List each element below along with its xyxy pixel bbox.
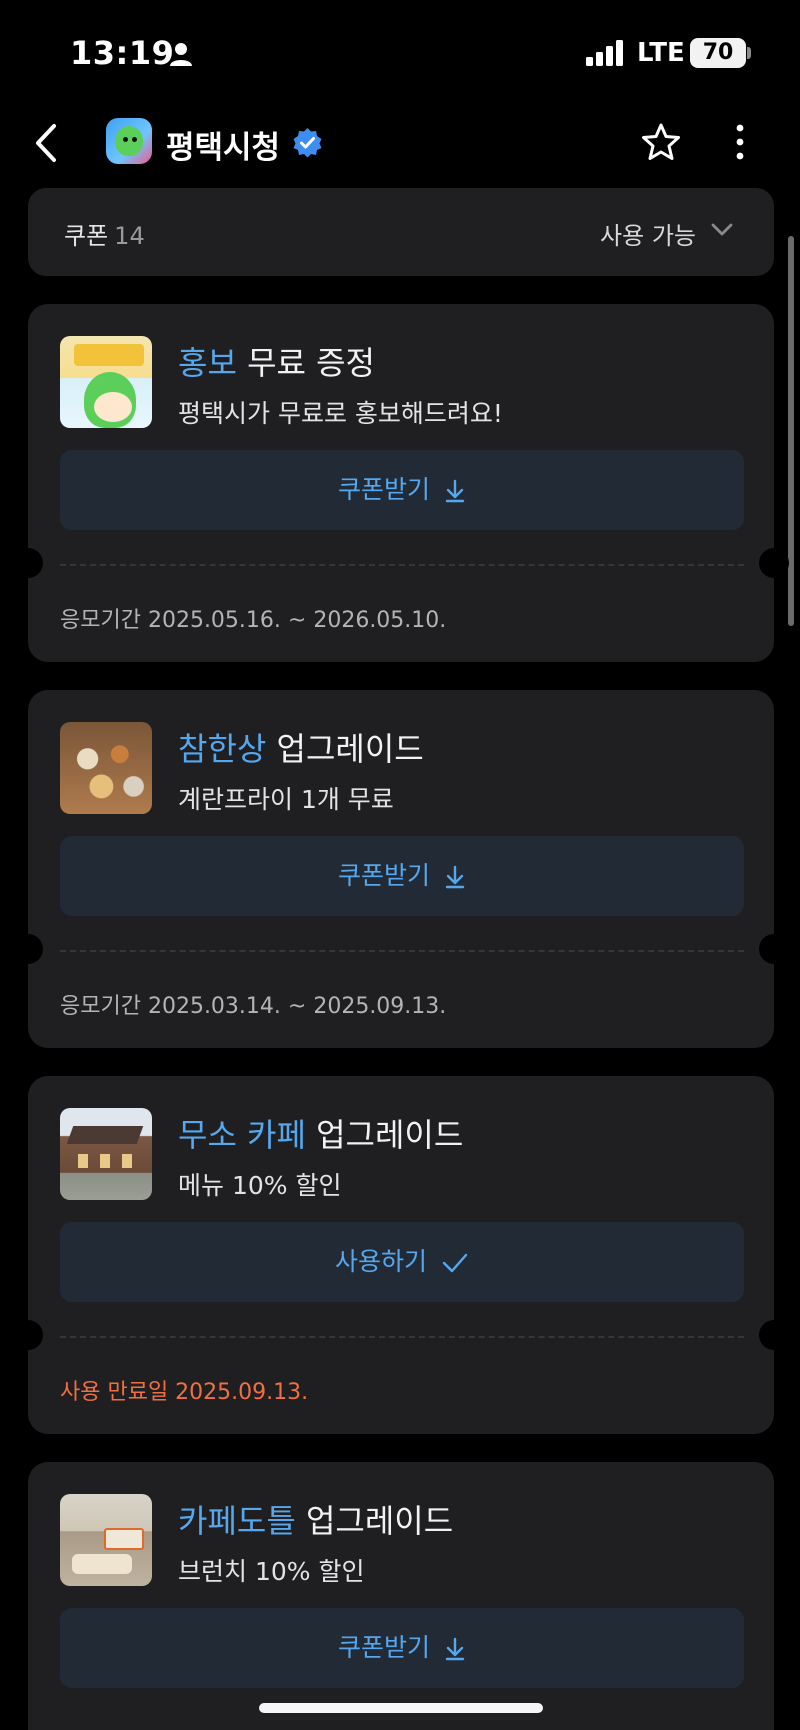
download-icon bbox=[445, 1637, 465, 1661]
coupon-card: 카페도틀 업그레이드 브런치 10% 할인 쿠폰받기 bbox=[28, 1462, 774, 1730]
divider bbox=[60, 950, 744, 952]
status-bar: 13:19 LTE 70 bbox=[0, 0, 800, 100]
page-title: 평택시청 bbox=[166, 130, 281, 166]
coupon-title: 카페도틀 업그레이드 bbox=[178, 1502, 454, 1540]
divider bbox=[60, 564, 744, 566]
coupon-title: 무소 카페 업그레이드 bbox=[178, 1116, 464, 1154]
coupon-title: 홍보 무료 증정 bbox=[178, 344, 375, 382]
coupon-count-label: 쿠폰 14 bbox=[64, 222, 145, 250]
download-icon bbox=[445, 479, 465, 503]
get-coupon-button[interactable]: 쿠폰받기 bbox=[60, 1608, 744, 1688]
network-type: LTE bbox=[637, 38, 685, 68]
coupon-description: 브런치 10% 할인 bbox=[178, 1557, 365, 1586]
divider bbox=[60, 1336, 744, 1338]
coupon-period: 응모기간 2025.03.14. ~ 2025.09.13. bbox=[60, 994, 447, 1019]
app-header: 평택시청 bbox=[0, 100, 800, 186]
star-icon[interactable] bbox=[641, 122, 681, 162]
coupon-thumbnail bbox=[60, 722, 152, 814]
more-vertical-icon[interactable] bbox=[726, 122, 754, 162]
verified-badge-icon bbox=[293, 128, 322, 158]
check-icon bbox=[442, 1253, 468, 1273]
coupon-thumbnail bbox=[60, 1494, 152, 1586]
status-filter-dropdown[interactable]: 사용 가능 bbox=[600, 216, 696, 251]
chevron-down-icon[interactable] bbox=[710, 222, 734, 238]
coupon-card: 무소 카페 업그레이드 메뉴 10% 할인 사용하기 사용 만료일 2025.0… bbox=[13, 1076, 789, 1434]
download-icon bbox=[445, 865, 465, 889]
get-coupon-button[interactable]: 쿠폰받기 bbox=[60, 450, 744, 530]
home-indicator[interactable] bbox=[259, 1703, 543, 1713]
person-icon bbox=[170, 43, 192, 66]
battery-tip bbox=[747, 47, 751, 59]
coupon-thumbnail bbox=[60, 1108, 152, 1200]
use-coupon-button[interactable]: 사용하기 bbox=[60, 1222, 744, 1302]
coupon-thumbnail bbox=[60, 336, 152, 428]
coupon-count: 14 bbox=[114, 222, 145, 250]
back-arrow-icon[interactable] bbox=[28, 118, 68, 168]
coupon-expiry: 사용 만료일 2025.09.13. bbox=[60, 1380, 309, 1405]
get-coupon-button[interactable]: 쿠폰받기 bbox=[60, 836, 744, 916]
coupon-period: 응모기간 2025.05.16. ~ 2026.05.10. bbox=[60, 608, 447, 633]
coupon-title: 참한상 업그레이드 bbox=[178, 730, 424, 768]
coupon-card: 참한상 업그레이드 계란프라이 1개 무료 쿠폰받기 응모기간 2025.03.… bbox=[13, 690, 789, 1048]
coupon-description: 평택시가 무료로 홍보해드려요! bbox=[178, 399, 503, 428]
coupon-description: 계란프라이 1개 무료 bbox=[178, 785, 394, 814]
city-logo bbox=[106, 118, 152, 164]
coupon-card: 홍보 무료 증정 평택시가 무료로 홍보해드려요! 쿠폰받기 응모기간 2025… bbox=[13, 304, 789, 662]
signal-icon bbox=[586, 40, 623, 66]
scrollbar[interactable] bbox=[788, 236, 794, 626]
status-time: 13:19 bbox=[70, 34, 175, 72]
coupon-description: 메뉴 10% 할인 bbox=[178, 1171, 342, 1200]
battery-indicator: 70 bbox=[690, 38, 746, 68]
coupon-filter-bar: 쿠폰 14 사용 가능 bbox=[28, 188, 774, 276]
